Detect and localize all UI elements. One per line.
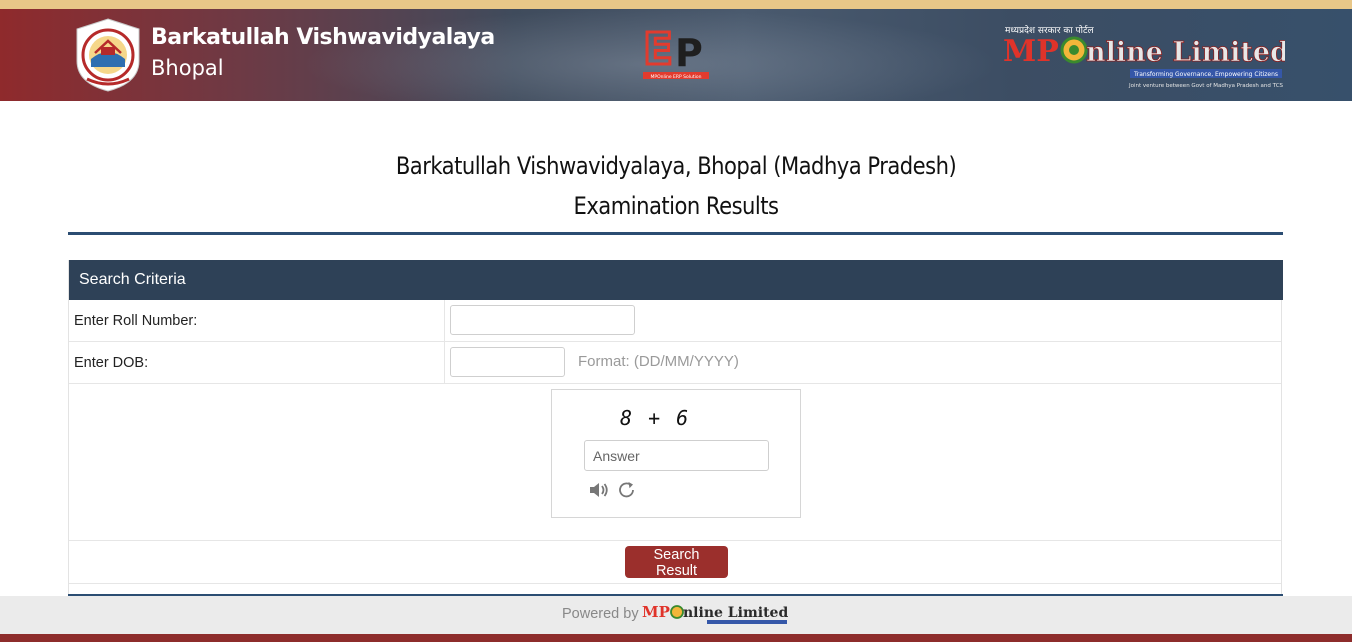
dob-input[interactable] [450, 347, 565, 377]
powered-by-text: Powered by [562, 606, 639, 622]
footer-mponline-logo-icon: MP nline Limited [642, 603, 788, 624]
refresh-icon[interactable] [616, 480, 638, 500]
mponline-mp-text: MP [1003, 34, 1059, 69]
university-name: Barkatullah Vishwavidyalaya Bhopal [151, 23, 495, 83]
page-title: Barkatullah Vishwavidyalaya, Bhopal (Mad… [0, 146, 1352, 226]
mponline-rest-text: nline Limited [1086, 37, 1285, 68]
erp-tagline: MPOnline ERP Solution [651, 74, 702, 80]
roll-number-row: Enter Roll Number: [69, 300, 1281, 342]
search-criteria-panel: Search Criteria Enter Roll Number: Enter… [68, 260, 1283, 596]
dob-label: Enter DOB: [74, 355, 149, 371]
mponline-jv-text: Joint venture between Govt of Madhya Pra… [1128, 83, 1284, 89]
mponline-tagline: Transforming Governance, Empowering Citi… [1133, 71, 1278, 78]
search-criteria-heading: Search Criteria [69, 260, 1283, 300]
footer-logo-mp: MP [642, 603, 670, 621]
footer-accent-bar [0, 634, 1352, 642]
page-title-line2: Examination Results [573, 192, 779, 220]
dob-format-hint: Format: (DD/MM/YYYY) [578, 353, 739, 370]
roll-number-input[interactable] [450, 305, 635, 335]
search-result-button[interactable]: Search Result [625, 546, 728, 579]
svg-text:E: E [643, 24, 673, 75]
top-accent-line [0, 0, 1352, 9]
submit-row: Search Result [69, 541, 1281, 584]
captcha-question: 8 + 6 [620, 406, 691, 430]
captcha-row: 8 + 6 [69, 384, 1281, 541]
footer: Powered by MP nline Limited [0, 596, 1352, 634]
university-emblem-icon [76, 18, 140, 92]
dob-row: Enter DOB: Format: (DD/MM/YYYY) [69, 342, 1281, 384]
university-name-line2: Bhopal [151, 56, 224, 80]
mponline-logo-icon: मध्यप्रदेश सरकार का पोर्टल MP nline Limi… [1003, 24, 1285, 89]
site-header: Barkatullah Vishwavidyalaya Bhopal E P M… [0, 9, 1352, 101]
university-name-line1: Barkatullah Vishwavidyalaya [151, 25, 495, 50]
page-title-line1: Barkatullah Vishwavidyalaya, Bhopal (Mad… [395, 152, 957, 180]
title-divider [68, 232, 1283, 235]
speaker-icon[interactable] [588, 480, 610, 500]
svg-text:P: P [675, 31, 703, 75]
roll-number-label: Enter Roll Number: [74, 313, 198, 329]
erp-logo-icon: E P MPOnline ERP Solution [642, 23, 709, 80]
footer-logo-rest: nline Limited [683, 605, 788, 621]
captcha-answer-input[interactable] [584, 440, 769, 471]
captcha-box: 8 + 6 [551, 389, 801, 518]
